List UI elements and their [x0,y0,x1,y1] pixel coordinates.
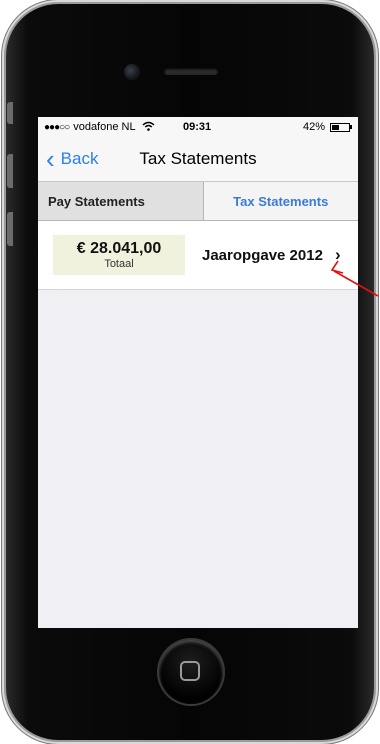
wifi-icon [142,121,155,134]
status-bar: ●●●○○ vodafone NL 09:31 42% [38,117,358,137]
volume-up-button [7,154,13,188]
home-button-icon [180,661,200,681]
tab-pay-statements[interactable]: Pay Statements [38,182,204,220]
battery-percent: 42% [302,121,325,133]
battery-icon [330,122,350,132]
front-camera [124,64,140,80]
segmented-tabs: Pay Statements Tax Statements [38,182,358,221]
amount-caption: Totaal [104,257,134,270]
tab-label: Tax Statements [233,193,329,209]
screen: ●●●○○ vodafone NL 09:31 42% ‹ Back Tax S… [38,117,358,628]
annotation-arrow-icon [330,260,379,297]
battery-indicator: 42% [303,121,352,133]
status-time: 09:31 [183,121,212,133]
back-button-label: Back [60,149,99,168]
earpiece-speaker [164,68,218,75]
carrier-name: vodafone NL [73,121,136,133]
statement-row[interactable]: € 28.041,00 Totaal Jaaropgave 2012 › [38,221,358,290]
signal-strength-icon: ●●●○○ [44,121,70,133]
mute-switch [7,102,13,124]
amount-box: € 28.041,00 Totaal [53,235,185,275]
navigation-bar: ‹ Back Tax Statements [38,137,358,182]
volume-down-button [7,212,13,246]
tab-label: Pay Statements [48,193,145,209]
back-button[interactable]: ‹ Back [46,144,99,174]
chevron-left-icon: ‹ [46,144,55,174]
statement-title: Jaaropgave 2012 [202,246,323,264]
tab-tax-statements[interactable]: Tax Statements [203,182,358,220]
statement-amount: € 28.041,00 [76,239,162,257]
